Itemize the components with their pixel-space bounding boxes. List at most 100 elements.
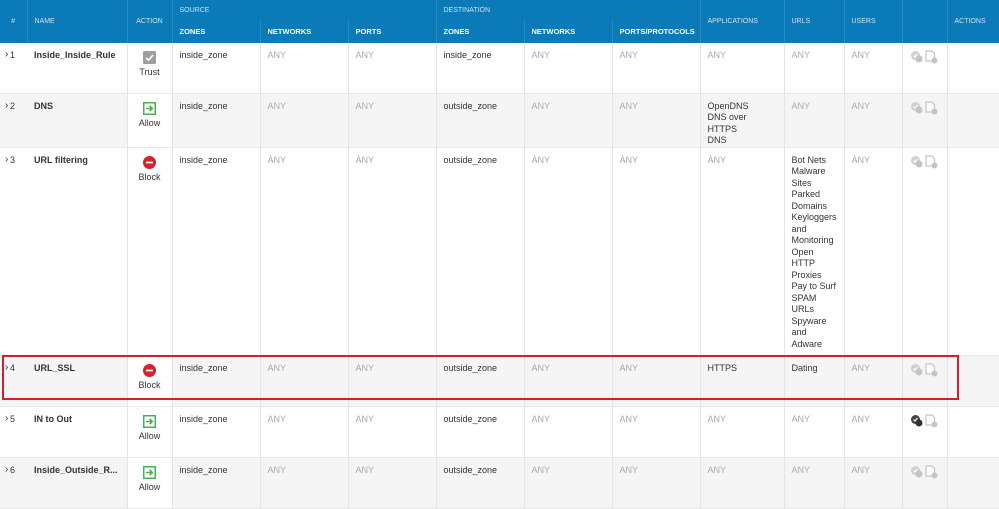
- url-item: Adware: [791, 338, 823, 349]
- rule-number: 6: [10, 464, 16, 475]
- url-item: Parked: [791, 189, 821, 199]
- rule-name[interactable]: Inside_Outside_R...: [27, 457, 128, 508]
- rule-icons-cell: [902, 147, 948, 355]
- intrusion-policy-icon[interactable]: [910, 363, 923, 376]
- url-item: Spyware: [791, 315, 827, 326]
- logging-icon[interactable]: [925, 362, 938, 377]
- intrusion-policy-active-icon[interactable]: [910, 414, 923, 427]
- rule-name[interactable]: URL_SSL: [27, 355, 128, 406]
- col-name-header[interactable]: NAME: [27, 0, 128, 43]
- row-actions-cell[interactable]: [947, 406, 999, 457]
- application-item: ANY: [707, 464, 727, 475]
- urls-cell: ANY: [784, 457, 845, 508]
- source-group-header: SOURCE: [172, 0, 437, 20]
- destination-networks: ANY: [524, 147, 613, 355]
- col-action-header[interactable]: ACTION: [127, 0, 173, 43]
- table-row[interactable]: › 4 URL_SSL Block inside_zone ANY ANY ou…: [0, 355, 999, 406]
- logging-icon[interactable]: [925, 464, 938, 479]
- source-zone: inside_zone: [172, 43, 261, 93]
- table-row[interactable]: › 1 Inside_Inside_Rule Trust inside_zone…: [0, 43, 999, 93]
- col-urls-header[interactable]: URLS: [784, 0, 845, 43]
- intrusion-policy-icon[interactable]: [910, 155, 923, 168]
- action-label: Trust: [139, 67, 160, 77]
- ports-protocols: ANY: [612, 147, 701, 355]
- source-networks: ANY: [260, 147, 349, 355]
- url-item: ANY: [791, 413, 811, 424]
- rule-name[interactable]: DNS: [27, 93, 128, 147]
- source-ports: ANY: [348, 457, 437, 508]
- url-item: Domains: [791, 200, 828, 211]
- rule-action[interactable]: Allow: [127, 93, 173, 147]
- col-users-header[interactable]: USERS: [844, 0, 903, 43]
- table-row[interactable]: › 3 URL filtering Block inside_zone ANY …: [0, 147, 999, 355]
- action-label: Allow: [138, 117, 161, 128]
- url-item: Monitoring: [791, 235, 834, 245]
- col-dst-networks-header[interactable]: NETWORKS: [524, 20, 613, 43]
- application-item: ANY: [707, 413, 727, 424]
- intrusion-policy-icon[interactable]: [910, 50, 923, 63]
- url-item: Dating: [791, 362, 818, 373]
- col-ports-protocols-header[interactable]: PORTS/PROTOCOLS: [612, 20, 701, 43]
- rule-action[interactable]: Allow: [127, 406, 173, 457]
- destination-networks: ANY: [524, 457, 613, 508]
- col-icons-header: [902, 0, 948, 43]
- rule-name[interactable]: URL filtering: [27, 147, 128, 355]
- table-row[interactable]: › 2 DNS Allow inside_zone ANY ANY outsid…: [0, 93, 999, 147]
- intrusion-policy-icon[interactable]: [910, 101, 923, 114]
- destination-networks: ANY: [524, 93, 613, 147]
- rule-icons-cell: [902, 457, 948, 508]
- applications-cell: OpenDNS DNS over HTTPS DNS: [700, 93, 785, 147]
- destination-zone: outside_zone: [436, 147, 525, 355]
- row-actions-cell[interactable]: [947, 457, 999, 508]
- logging-icon[interactable]: [925, 100, 938, 115]
- rule-action[interactable]: Trust: [127, 43, 173, 93]
- row-actions-cell[interactable]: [947, 147, 999, 355]
- col-src-networks-header[interactable]: NETWORKS: [260, 20, 349, 43]
- url-item: URLs: [791, 304, 815, 314]
- destination-zone: outside_zone: [436, 93, 525, 147]
- rule-action[interactable]: Block: [127, 355, 173, 406]
- urls-cell: ANY: [784, 93, 845, 147]
- col-src-zones-header[interactable]: ZONES: [172, 20, 261, 43]
- url-item: ANY: [791, 464, 811, 475]
- source-networks: ANY: [260, 457, 349, 508]
- source-zone: inside_zone: [172, 147, 261, 355]
- url-item: SPAM: [791, 292, 817, 303]
- source-networks: ANY: [260, 355, 349, 406]
- source-ports: ANY: [348, 147, 437, 355]
- rule-action[interactable]: Allow: [127, 457, 173, 508]
- applications-cell: ANY: [700, 43, 785, 93]
- logging-icon[interactable]: [925, 413, 938, 428]
- url-item: Open: [791, 246, 814, 257]
- destination-networks: ANY: [524, 355, 613, 406]
- url-item: Sites: [791, 177, 812, 188]
- col-src-ports-header[interactable]: PORTS: [348, 20, 437, 43]
- intrusion-policy-icon[interactable]: [910, 465, 923, 478]
- rule-action[interactable]: Block: [127, 147, 173, 355]
- table-row[interactable]: › 6 Inside_Outside_R... Allow inside_zon…: [0, 457, 999, 508]
- url-item: and: [791, 223, 807, 234]
- row-actions-cell[interactable]: [947, 355, 999, 406]
- ports-protocols: ANY: [612, 355, 701, 406]
- ports-protocols: ANY: [612, 93, 701, 147]
- rule-number: 1: [10, 50, 16, 60]
- action-label: Block: [138, 379, 161, 390]
- ports-protocols: ANY: [612, 43, 701, 93]
- rule-name[interactable]: IN to Out: [27, 406, 128, 457]
- application-item: OpenDNS: [707, 100, 749, 111]
- logging-icon[interactable]: [925, 50, 938, 64]
- col-dst-zones-header[interactable]: ZONES: [436, 20, 525, 43]
- row-actions-cell[interactable]: [947, 93, 999, 147]
- destination-zone: outside_zone: [436, 406, 525, 457]
- col-num-header[interactable]: #: [0, 0, 28, 43]
- logging-icon[interactable]: [925, 154, 938, 169]
- table-row[interactable]: › 5 IN to Out Allow inside_zone ANY ANY …: [0, 406, 999, 457]
- header-group-row: # NAME ACTION SOURCE DESTINATION APPLICA…: [0, 0, 999, 43]
- row-actions-cell[interactable]: [947, 43, 999, 93]
- col-applications-header[interactable]: APPLICATIONS: [700, 0, 785, 43]
- rule-name[interactable]: Inside_Inside_Rule: [27, 43, 128, 93]
- source-zone: inside_zone: [172, 457, 261, 508]
- source-zone: inside_zone: [172, 355, 261, 406]
- ports-protocols: ANY: [612, 406, 701, 457]
- allow-arrow-icon: [143, 465, 156, 479]
